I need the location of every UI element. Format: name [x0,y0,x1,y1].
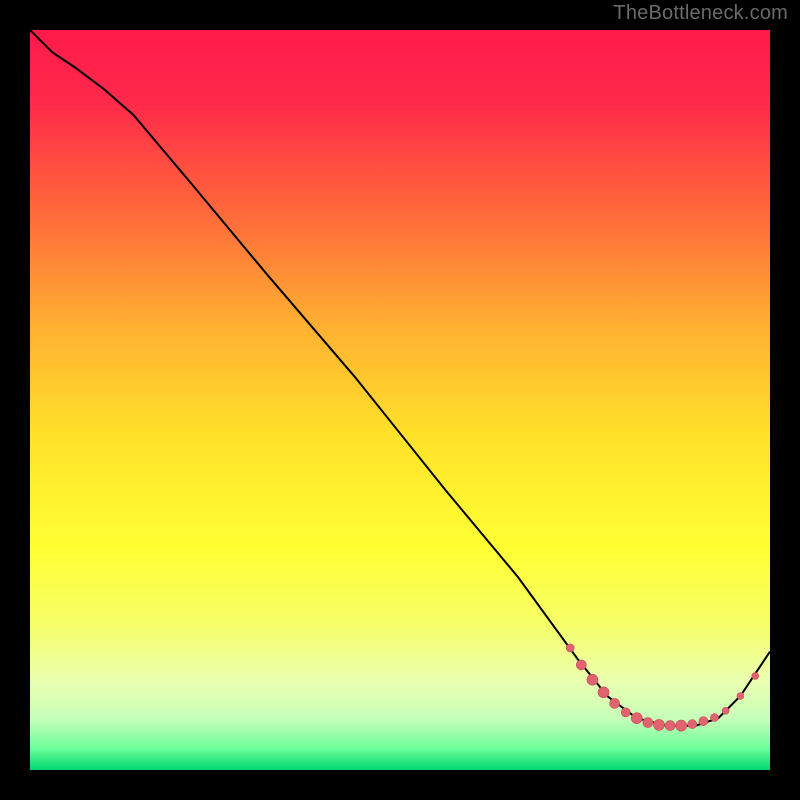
datapoint-marker [610,698,620,708]
chart-svg [30,30,770,770]
datapoint-marker [722,707,729,714]
datapoint-marker [676,720,687,731]
datapoint-marker [711,714,719,722]
gradient-background [30,30,770,770]
datapoint-marker [737,693,744,700]
datapoint-marker [665,721,675,731]
plot-area [30,30,770,770]
datapoint-marker [587,674,598,685]
datapoint-marker [688,720,697,729]
datapoint-marker [631,713,642,724]
datapoint-marker [566,644,574,652]
chart-container: TheBottleneck.com [0,0,800,800]
datapoint-marker [752,673,759,680]
datapoint-marker [699,717,708,726]
datapoint-marker [576,660,586,670]
datapoint-marker [643,718,653,728]
datapoint-marker [654,719,665,730]
datapoint-marker [598,687,609,698]
attribution-text: TheBottleneck.com [613,2,788,25]
datapoint-marker [621,708,630,717]
